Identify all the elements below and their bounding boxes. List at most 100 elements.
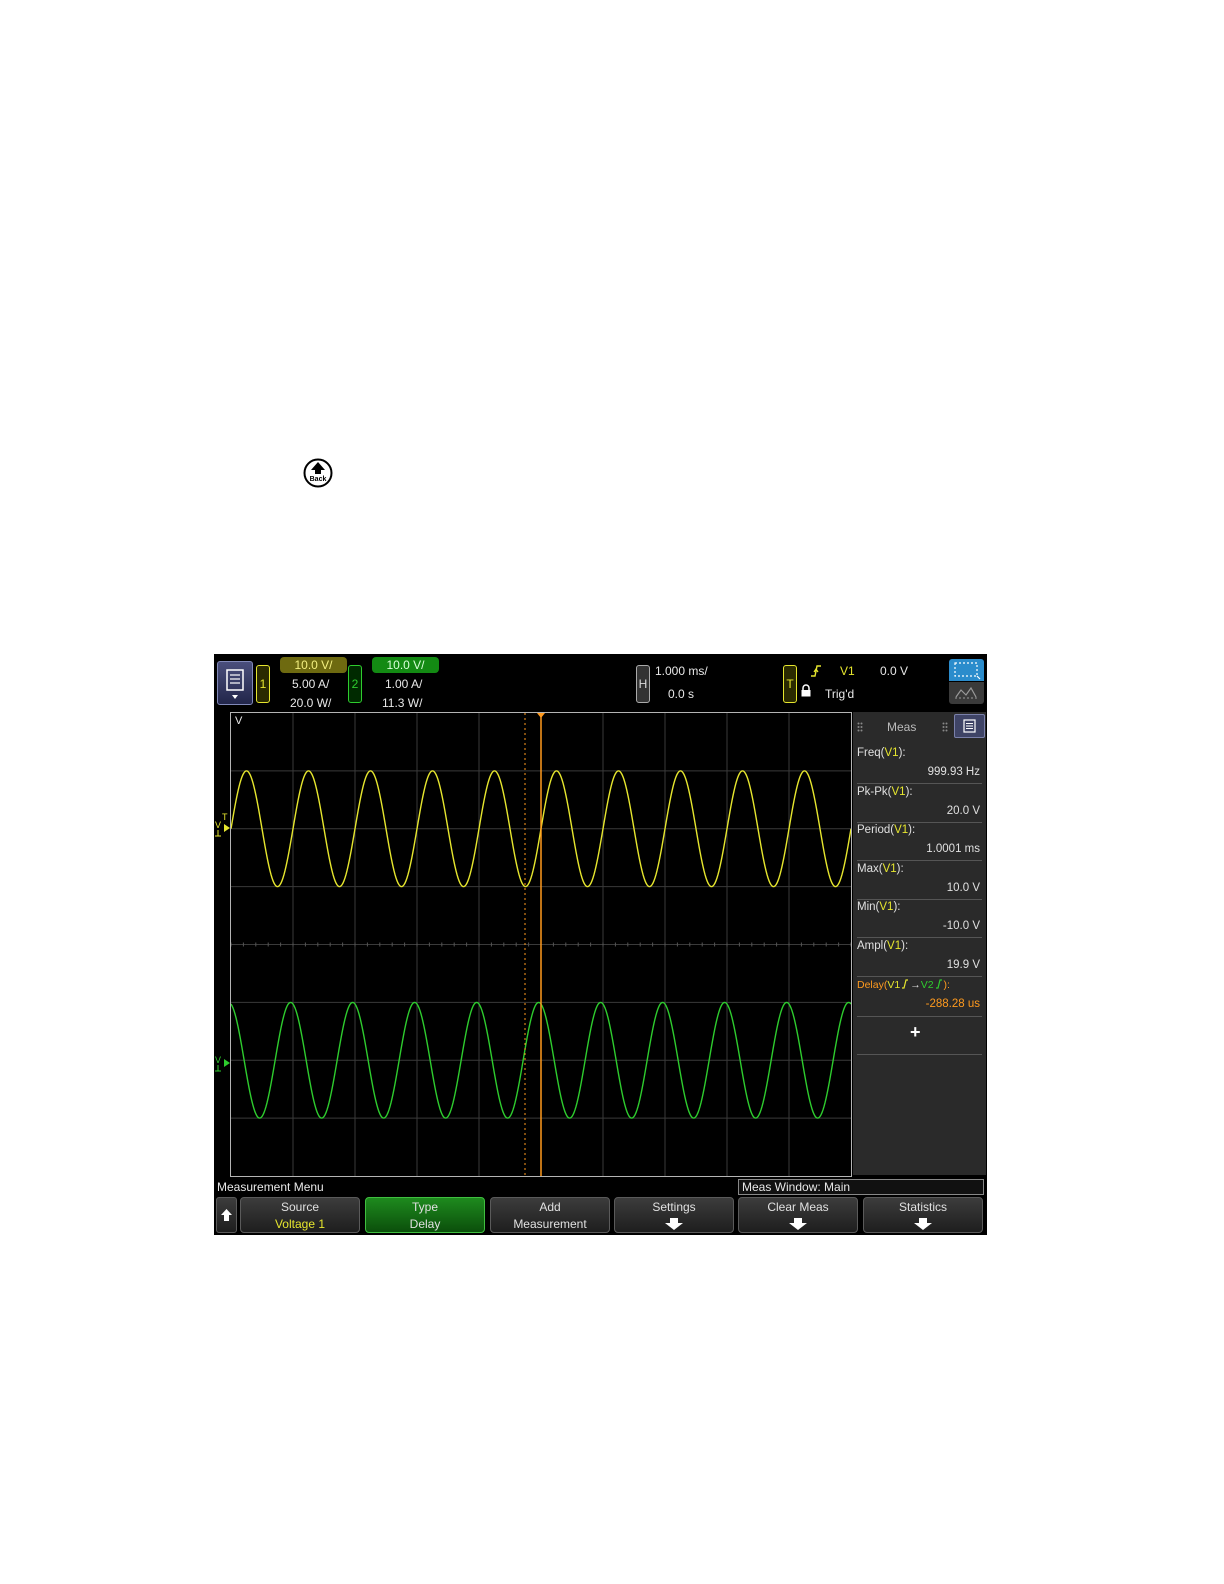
add-measurement-plus[interactable]: +	[910, 1022, 921, 1043]
horizontal-delay-value[interactable]: 0.0 s	[668, 687, 694, 701]
softkey-statistics[interactable]: Statistics	[863, 1197, 983, 1233]
meas-separator	[857, 860, 982, 862]
meas-separator	[857, 937, 982, 939]
meas-separator	[857, 783, 982, 784]
channel-2-tag[interactable]: 2	[348, 665, 362, 703]
softkey-add-label-2: Measurement	[513, 1217, 587, 1231]
menu-list-icon	[226, 669, 244, 699]
meas-window-field[interactable]: Meas Window: Main	[738, 1179, 984, 1195]
menu-up-button[interactable]	[216, 1197, 237, 1233]
measurement-value: -10.0 V	[942, 920, 980, 933]
panel-menu-icon	[963, 719, 976, 733]
measurement-name: Min(	[857, 901, 880, 914]
ch2-ground-marker-icon: V	[215, 1055, 230, 1072]
delay-arrow: →	[910, 979, 921, 991]
measurement-name: Max(	[857, 862, 883, 875]
rising-edge-icon	[811, 665, 821, 677]
waveform-graticule	[230, 713, 852, 1176]
ch2-voltage-scale[interactable]: 10.0 V/	[372, 657, 439, 673]
softkey-clear-meas[interactable]: Clear Meas	[738, 1197, 858, 1233]
softkey-source[interactable]: Source Voltage 1	[240, 1197, 360, 1233]
delay-measurement-label[interactable]: Delay(V1 →V2):	[857, 979, 950, 991]
softkey-type[interactable]: Type Delay	[365, 1197, 485, 1233]
measurement-name: Freq(	[857, 747, 885, 759]
svg-text:Back: Back	[310, 476, 327, 483]
waveform-tool-button[interactable]	[949, 682, 984, 704]
measurement-tail: ):	[905, 785, 913, 798]
measurement-value: 20.0 V	[946, 804, 980, 817]
timebase-value[interactable]: 1.000 ms/	[655, 664, 708, 678]
rising-edge-icon	[902, 979, 909, 989]
delay-name: Delay(	[857, 979, 888, 991]
measurement-source: V1	[891, 785, 906, 798]
meas-separator	[857, 821, 982, 823]
measurement-label[interactable]: Max(V1):	[857, 863, 904, 875]
svg-text:V: V	[215, 1055, 221, 1065]
rising-edge-icon	[935, 979, 942, 989]
measurement-source: V1	[894, 824, 909, 837]
delay-tail: ):	[943, 979, 950, 991]
meas-separator	[857, 898, 982, 900]
channel-1-tag[interactable]: 1	[256, 665, 270, 703]
measurement-source: V1	[887, 940, 902, 952]
softkey-settings-label: Settings	[652, 1200, 696, 1214]
meas-panel-menu-button[interactable]	[954, 714, 985, 738]
softkey-add-measurement[interactable]: Add Measurement	[490, 1197, 610, 1233]
plot-units-label: V	[235, 715, 243, 727]
waveform-display[interactable]: V	[230, 712, 852, 1177]
softkey-add-label: Add	[539, 1200, 561, 1214]
menu-title: Measurement Menu	[217, 1180, 324, 1194]
softkey-settings[interactable]: Settings	[614, 1197, 734, 1233]
trigger-source[interactable]: V1	[840, 664, 855, 678]
measurement-source: V1	[884, 747, 899, 759]
meas-window-value: Meas Window: Main	[742, 1180, 851, 1194]
arrow-down-icon	[789, 1218, 807, 1230]
measurement-tail: ):	[898, 747, 906, 759]
measurement-label[interactable]: Ampl(V1):	[857, 940, 908, 952]
main-menu-button[interactable]	[217, 661, 253, 705]
measurement-tail: ):	[901, 940, 909, 952]
trigger-status: Trig'd	[825, 687, 855, 701]
ch1-voltage-scale[interactable]: 10.0 V/	[280, 657, 347, 673]
measurement-label[interactable]: Pk-Pk(V1):	[857, 786, 913, 798]
measurement-tail: ):	[893, 901, 901, 914]
measurement-label[interactable]: Min(V1):	[857, 901, 900, 913]
measurement-tail: ):	[908, 824, 916, 837]
softkey-clear-label: Clear Meas	[767, 1200, 829, 1214]
drag-handle-right-icon[interactable]	[942, 722, 948, 732]
meas-separator	[857, 1016, 982, 1017]
waveform-tool-icon	[955, 686, 977, 699]
delay-source-1: V1	[887, 979, 901, 991]
measurement-value: 19.9 V	[946, 959, 980, 971]
measurement-label[interactable]: Period(V1):	[857, 824, 915, 836]
arrow-down-icon	[914, 1218, 932, 1230]
measurement-name: Ampl(	[857, 940, 888, 952]
delay-measurement-value: -288.28 us	[925, 998, 980, 1010]
trigger-level[interactable]: 0.0 V	[880, 664, 908, 678]
ch1-current-scale: 5.00 A/	[292, 677, 330, 691]
measurement-panel: Meas Freq(V1): 999.93 Hz Pk-Pk(V1): 20.0 VP…	[853, 712, 986, 1175]
meas-separator	[857, 1054, 982, 1055]
delay-source-2: V2	[920, 979, 934, 991]
back-icon[interactable]: Back	[303, 458, 333, 488]
measurement-value: 10.0 V	[946, 881, 980, 894]
measurement-value: 1.0001 ms	[926, 843, 980, 856]
arrow-up-icon	[221, 1209, 232, 1221]
measurement-value: 999.93 Hz	[927, 766, 980, 778]
softkey-source-value: Voltage 1	[274, 1217, 326, 1231]
trigger-level-marker: T	[222, 812, 228, 822]
trigger-badge[interactable]: T	[783, 665, 797, 703]
measurement-source: V1	[879, 901, 894, 914]
ch2-power-scale: 11.3 W/	[382, 696, 423, 710]
arrow-down-icon	[665, 1218, 683, 1230]
meas-separator	[857, 976, 982, 977]
drag-handle-icon[interactable]	[857, 722, 863, 732]
softkey-type-value: Delay	[409, 1217, 441, 1231]
zoom-box-icon	[954, 662, 981, 680]
horizontal-badge[interactable]: H	[636, 665, 650, 703]
measurement-label[interactable]: Freq(V1):	[857, 747, 906, 759]
measurement-name: Period(	[857, 824, 895, 837]
softkey-statistics-label: Statistics	[898, 1200, 947, 1214]
svg-text:V: V	[215, 820, 221, 830]
zoom-box-button[interactable]	[949, 659, 984, 681]
